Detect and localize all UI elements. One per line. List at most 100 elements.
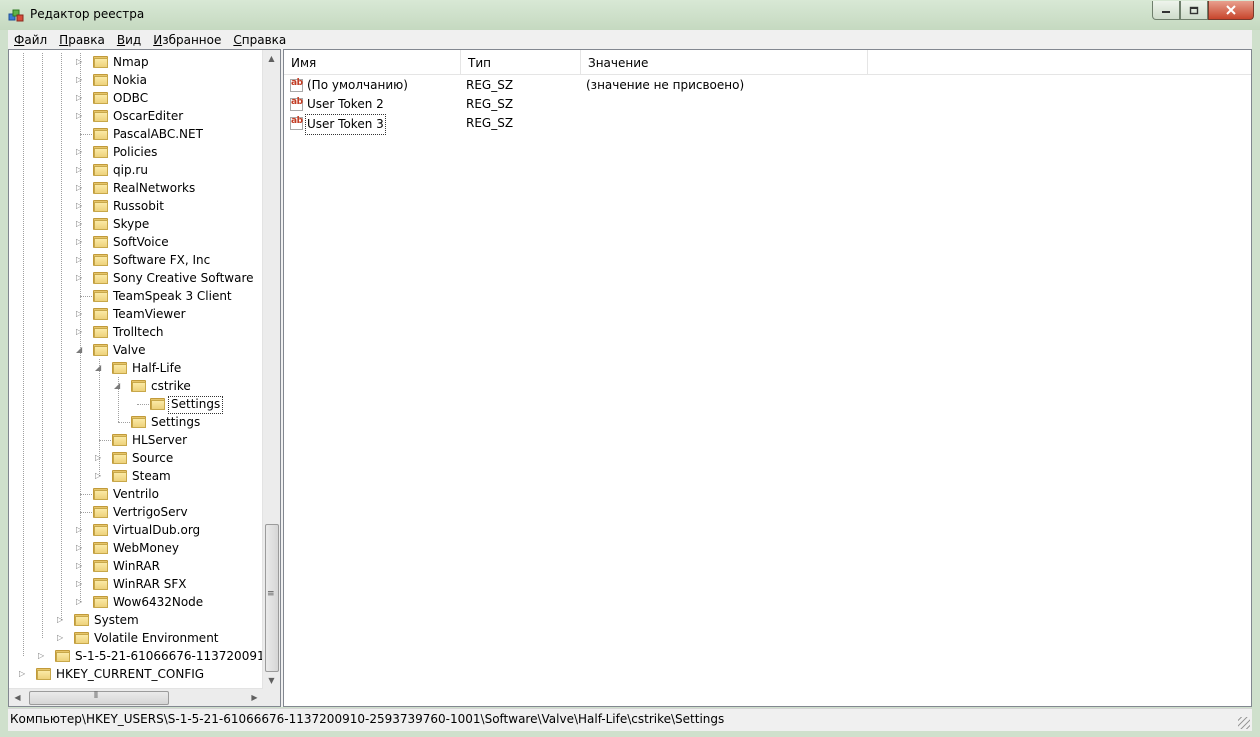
tree-item[interactable]: ▷ WebMoney [9, 539, 263, 557]
close-button[interactable] [1208, 1, 1254, 20]
expand-arrow-icon[interactable]: ▷ [76, 147, 85, 156]
menu-edit[interactable]: Правка [53, 33, 111, 47]
scroll-up-arrow[interactable]: ▲ [263, 50, 280, 67]
collapse-arrow-icon[interactable]: ◢ [76, 345, 85, 354]
tree-item[interactable]: ▷ qip.ru [9, 161, 263, 179]
title-bar[interactable]: Редактор реестра [0, 0, 1260, 30]
tree-item[interactable]: ▷ VirtualDub.org [9, 521, 263, 539]
expand-arrow-icon[interactable]: ▷ [76, 219, 85, 228]
menu-view[interactable]: Вид [111, 33, 147, 47]
tree-item[interactable]: ▷ Russobit [9, 197, 263, 215]
scroll-thumb-horizontal[interactable]: ⦀ [29, 691, 169, 705]
tree-item-label: Source [132, 451, 174, 465]
expand-arrow-icon[interactable]: ▷ [76, 111, 85, 120]
resize-grip-icon[interactable] [1238, 717, 1250, 729]
expand-arrow-icon[interactable]: ▷ [76, 327, 85, 336]
tree-item[interactable]: ▷ Steam [9, 467, 263, 485]
tree-item[interactable]: ▷ Skype [9, 215, 263, 233]
tree-item[interactable]: ◢ Half-Life [9, 359, 263, 377]
tree-item[interactable]: VertrigoServ [9, 503, 263, 521]
collapse-arrow-icon[interactable]: ◢ [114, 381, 123, 390]
folder-icon [93, 199, 108, 212]
folder-icon [112, 469, 127, 482]
expand-arrow-icon[interactable]: ▷ [76, 579, 85, 588]
maximize-button[interactable] [1180, 1, 1208, 20]
expand-arrow-icon[interactable]: ▷ [76, 237, 85, 246]
tree-item[interactable]: ▷ Policies [9, 143, 263, 161]
column-header-type[interactable]: Тип [461, 50, 581, 74]
value-row[interactable]: ab User Token 2 REG_SZ [284, 95, 1251, 114]
tree-item[interactable]: PascalABC.NET [9, 125, 263, 143]
expand-arrow-icon[interactable]: ▷ [57, 615, 66, 624]
tree-item[interactable]: ▷ OscarEditer [9, 107, 263, 125]
tree-item-label: Sony Creative Software [113, 271, 254, 285]
tree-item[interactable]: ▷ System [9, 611, 263, 629]
tree-item[interactable]: ▷ WinRAR SFX [9, 575, 263, 593]
expand-arrow-icon[interactable]: ▷ [76, 255, 85, 264]
expand-arrow-icon[interactable]: ▷ [76, 309, 85, 318]
value-row[interactable]: ab User Token 3 REG_SZ [284, 114, 1251, 135]
menu-favorites[interactable]: Избранное [147, 33, 227, 47]
tree-item[interactable]: ▷ TeamViewer [9, 305, 263, 323]
tree-item[interactable]: ▷ SoftVoice [9, 233, 263, 251]
scroll-thumb-vertical[interactable]: ≡ [265, 524, 279, 672]
value-row[interactable]: ab (По умолчанию) REG_SZ (значение не пр… [284, 76, 1251, 95]
tree-item[interactable]: ▷ RealNetworks [9, 179, 263, 197]
tree-item[interactable]: Ventrilo [9, 485, 263, 503]
expand-arrow-icon[interactable]: ▷ [57, 633, 66, 642]
expand-arrow-icon[interactable]: ▷ [76, 183, 85, 192]
tree-item[interactable]: Settings [9, 413, 263, 431]
tree-vertical-scrollbar[interactable]: ▲ ≡ ▼ [262, 50, 280, 689]
expand-arrow-icon[interactable]: ▷ [76, 525, 85, 534]
expand-arrow-icon[interactable]: ▷ [95, 471, 104, 480]
tree-horizontal-scrollbar[interactable]: ◀ ⦀ ▶ [9, 688, 263, 706]
expand-arrow-icon[interactable]: ▷ [76, 75, 85, 84]
folder-icon [93, 559, 108, 572]
tree-item[interactable]: ▷ HKEY_CURRENT_CONFIG [9, 665, 263, 683]
tree-item[interactable]: ▷ WinRAR [9, 557, 263, 575]
tree-item[interactable]: ▷ Trolltech [9, 323, 263, 341]
scroll-down-arrow[interactable]: ▼ [263, 672, 280, 689]
tree-item[interactable]: ▷ ODBC [9, 89, 263, 107]
expand-arrow-icon[interactable]: ▷ [76, 543, 85, 552]
column-header-value[interactable]: Значение [581, 50, 868, 74]
tree-item[interactable]: TeamSpeak 3 Client [9, 287, 263, 305]
folder-icon [112, 451, 127, 464]
menu-file[interactable]: Файл [8, 33, 53, 47]
minimize-button[interactable] [1152, 1, 1180, 20]
tree-item[interactable]: ▷ Volatile Environment [9, 629, 263, 647]
tree-item[interactable]: ◢ Valve [9, 341, 263, 359]
expand-arrow-icon[interactable]: ▷ [76, 273, 85, 282]
values-list[interactable]: Имя Тип Значение ab (По умолчанию) REG_S… [283, 49, 1252, 707]
tree-item[interactable]: Settings [9, 395, 263, 414]
expand-arrow-icon[interactable]: ▷ [19, 669, 28, 678]
tree-item[interactable]: ▷ Nokia [9, 71, 263, 89]
menu-help[interactable]: Справка [227, 33, 292, 47]
column-header-name[interactable]: Имя [284, 50, 461, 74]
expand-arrow-icon[interactable]: ▷ [76, 93, 85, 102]
value-name: User Token 3 [305, 114, 386, 135]
expand-arrow-icon[interactable]: ▷ [76, 597, 85, 606]
tree-item[interactable]: ▷ Nmap [9, 53, 263, 71]
expand-arrow-icon[interactable]: ▷ [76, 165, 85, 174]
key-tree[interactable]: ▷ Nmap ▷ Nokia ▷ ODBC ▷ OscarEditer PascalABC.NE… [8, 49, 281, 707]
tree-item[interactable]: ▷ Wow6432Node [9, 593, 263, 611]
tree-item[interactable]: HLServer [9, 431, 263, 449]
expand-arrow-icon[interactable]: ▷ [95, 453, 104, 462]
tree-item[interactable]: ▷ Software FX, Inc [9, 251, 263, 269]
scroll-left-arrow[interactable]: ◀ [9, 689, 26, 706]
expand-arrow-icon[interactable]: ▷ [76, 57, 85, 66]
tree-item[interactable]: ▷ Source [9, 449, 263, 467]
expand-arrow-icon[interactable]: ▷ [76, 201, 85, 210]
tree-item-label: HKEY_CURRENT_CONFIG [56, 667, 205, 681]
tree-item[interactable]: ▷ S-1-5-21-61066676-1137200910-... [9, 647, 280, 665]
folder-icon [93, 235, 108, 248]
scroll-right-arrow[interactable]: ▶ [246, 689, 263, 706]
tree-item-label: PascalABC.NET [113, 127, 203, 141]
collapse-arrow-icon[interactable]: ◢ [95, 363, 104, 372]
tree-item[interactable]: ◢ cstrike [9, 377, 263, 395]
expand-arrow-icon[interactable]: ▷ [76, 561, 85, 570]
tree-item[interactable]: ▷ Sony Creative Software [9, 269, 263, 287]
folder-icon [93, 181, 108, 194]
expand-arrow-icon[interactable]: ▷ [38, 651, 47, 660]
